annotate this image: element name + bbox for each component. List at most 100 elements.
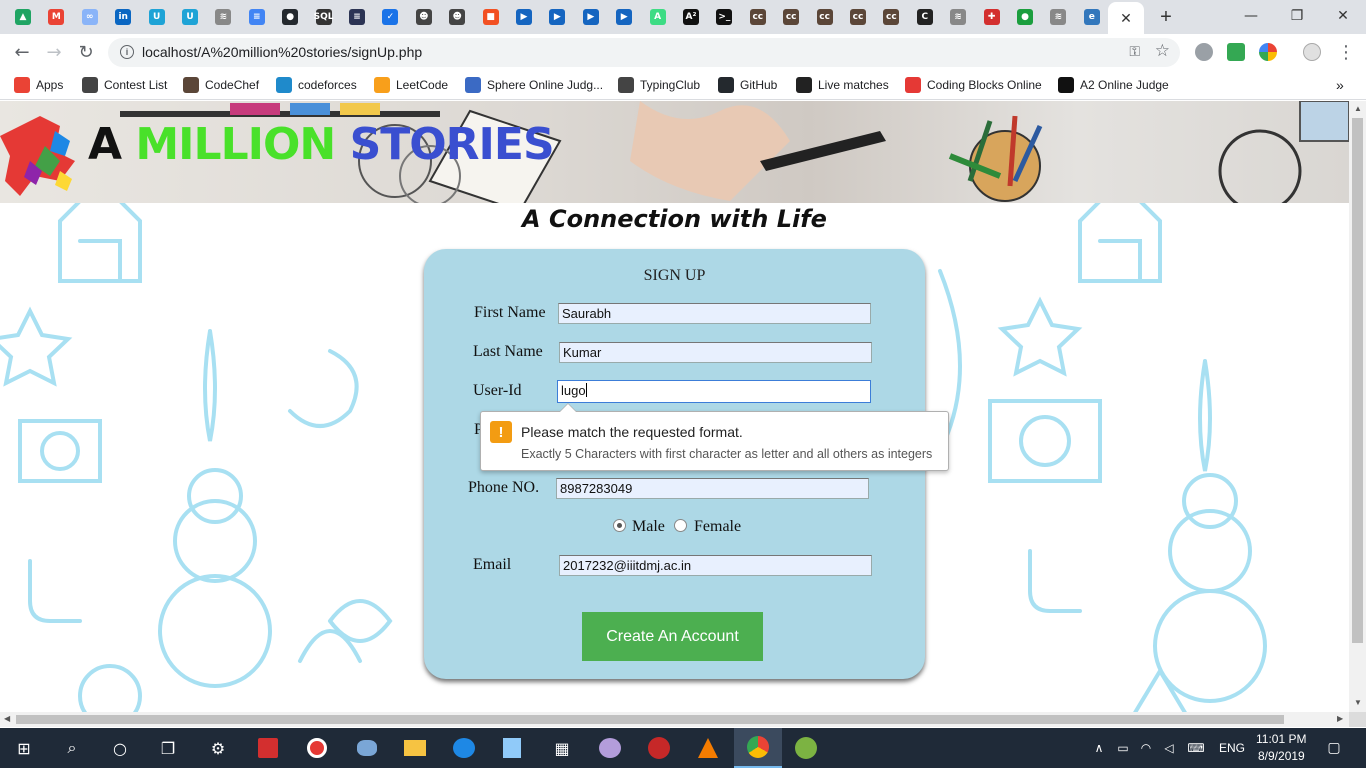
tab-sql-icon[interactable]: SQL	[313, 6, 335, 28]
tab-video-icon[interactable]: ▶	[513, 6, 535, 28]
menu-kebab-icon[interactable]: ⋮	[1334, 40, 1358, 64]
cortana-icon[interactable]: ○	[108, 736, 132, 760]
clock-date[interactable]: 8/9/2019	[1258, 749, 1305, 763]
volume-icon[interactable]: ◁	[1157, 736, 1181, 760]
bookmark-item[interactable]: LeetCode	[374, 76, 448, 94]
tab-stack-icon[interactable]: ≋	[212, 6, 234, 28]
bookmark-item[interactable]: GitHub	[718, 76, 777, 94]
tab-leaf-icon[interactable]: ●	[1014, 6, 1036, 28]
cloud-icon[interactable]	[452, 736, 476, 760]
bookmark-item[interactable]: codeforces	[276, 76, 357, 94]
tab-google-drive-icon[interactable]: ▲	[12, 6, 34, 28]
horizontal-scrollbar[interactable]: ◀ ▶	[0, 712, 1349, 727]
tab-plus-icon[interactable]: ✚	[981, 6, 1003, 28]
vertical-scroll-thumb[interactable]	[1352, 118, 1363, 643]
tray-chevron-icon[interactable]: ∧	[1087, 736, 1111, 760]
new-tab-button[interactable]: +	[1155, 6, 1177, 28]
profile-avatar-icon[interactable]	[1303, 43, 1321, 61]
language-indicator[interactable]: ENG	[1219, 741, 1245, 755]
gender-female-label[interactable]: Female	[694, 518, 741, 536]
scroll-down-icon[interactable]: ▼	[1354, 698, 1362, 707]
site-logo[interactable]: A MILLION STORIES	[88, 119, 555, 170]
scroll-right-icon[interactable]: ▶	[1337, 714, 1343, 723]
notifications-icon[interactable]: ▢	[1322, 736, 1346, 760]
android-studio-icon[interactable]	[794, 736, 818, 760]
paint-icon[interactable]	[355, 736, 379, 760]
recorder-icon[interactable]	[305, 736, 329, 760]
tab-codechef-icon[interactable]: cc	[880, 6, 902, 28]
tab-c-icon[interactable]: C	[914, 6, 936, 28]
maximize-button[interactable]: ❐	[1274, 0, 1320, 32]
pdf-reader-icon[interactable]	[256, 736, 280, 760]
horizontal-scroll-thumb[interactable]	[16, 715, 1284, 724]
bookmark-item[interactable]: TypingClub	[618, 76, 700, 94]
tab-android-icon[interactable]: A	[647, 6, 669, 28]
close-window-button[interactable]: ✕	[1320, 0, 1366, 32]
keyboard-icon[interactable]: ⌨	[1184, 736, 1208, 760]
tab-github-icon[interactable]: ●	[279, 6, 301, 28]
tab-video-icon[interactable]: ▶	[613, 6, 635, 28]
more-bookmarks-icon[interactable]: »	[1336, 76, 1344, 94]
tab-codechef-icon[interactable]: cc	[747, 6, 769, 28]
clock-time[interactable]: 11:01 PM	[1256, 732, 1306, 746]
vlc-icon[interactable]	[696, 736, 720, 760]
tab-edge-icon[interactable]: e	[1081, 6, 1103, 28]
search-icon[interactable]: ⌕	[60, 736, 84, 760]
tab-typingclub-icon[interactable]: ☻	[413, 6, 435, 28]
active-tab[interactable]: ✕	[1108, 2, 1144, 34]
tab-linkedin-icon[interactable]: in	[112, 6, 134, 28]
close-tab-icon[interactable]: ✕	[1120, 10, 1132, 27]
tab-udemy-icon[interactable]: U	[146, 6, 168, 28]
vertical-scrollbar[interactable]: ▲ ▼	[1349, 101, 1366, 712]
battery-icon[interactable]: ▭	[1111, 736, 1135, 760]
notebook-icon[interactable]	[500, 736, 524, 760]
calculator-icon[interactable]: ▦	[550, 736, 574, 760]
bookmark-item[interactable]: A2 Online Judge	[1058, 76, 1169, 94]
tab-docs-icon[interactable]: ≡	[246, 6, 268, 28]
windows-start-icon[interactable]: ⊞	[12, 736, 36, 760]
tab-link-icon[interactable]: ∞	[79, 6, 101, 28]
gender-male-label[interactable]: Male	[632, 518, 665, 536]
scroll-left-icon[interactable]: ◀	[4, 714, 10, 723]
minimize-button[interactable]: —	[1228, 0, 1274, 32]
scroll-up-icon[interactable]: ▲	[1354, 104, 1362, 113]
tab-terminal-icon[interactable]: >_	[713, 6, 735, 28]
email-input[interactable]: 2017232@iiitdmj.ac.in	[559, 555, 872, 576]
create-account-button[interactable]: Create An Account	[582, 612, 763, 661]
url-text[interactable]: localhost/A%20million%20stories/signUp.p…	[142, 44, 422, 60]
extension-cloud-icon[interactable]	[1195, 43, 1213, 61]
wifi-icon[interactable]: ◠	[1134, 736, 1158, 760]
file-explorer-icon[interactable]	[403, 736, 427, 760]
tab-codechef-icon[interactable]: cc	[847, 6, 869, 28]
tab-stack-icon[interactable]: ≋	[1047, 6, 1069, 28]
gender-female-radio[interactable]	[674, 519, 687, 532]
task-view-icon[interactable]: ❐	[156, 736, 180, 760]
back-arrow-icon[interactable]: ←	[10, 40, 34, 64]
tab-codechef-icon[interactable]: cc	[780, 6, 802, 28]
cat-app-icon[interactable]	[598, 736, 622, 760]
phone-input[interactable]: 8987283049	[556, 478, 869, 499]
address-bar[interactable]: i localhost/A%20million%20stories/signUp…	[108, 38, 1180, 67]
key-icon[interactable]: ⚿	[1129, 43, 1140, 60]
first-name-input[interactable]: Saurabh	[558, 303, 871, 324]
bookmark-item[interactable]: CodeChef	[183, 76, 259, 94]
extension-globe-icon[interactable]	[1259, 43, 1277, 61]
tab-gmail-icon[interactable]: M	[45, 6, 67, 28]
tab-codechef-icon[interactable]: cc	[814, 6, 836, 28]
forward-arrow-icon[interactable]: →	[42, 40, 66, 64]
bookmark-item[interactable]: Apps	[14, 76, 63, 94]
bookmark-star-icon[interactable]: ☆	[1155, 41, 1170, 61]
tab-hackerearth-icon[interactable]: ≡	[346, 6, 368, 28]
chrome-taskbar-icon[interactable]	[734, 728, 782, 768]
bookmark-item[interactable]: Live matches	[796, 76, 889, 94]
tab-typingclub-icon[interactable]: ☻	[446, 6, 468, 28]
extension-inbox-icon[interactable]	[1227, 43, 1245, 61]
settings-gear-icon[interactable]: ⚙	[206, 736, 230, 760]
tab-check-icon[interactable]: ✓	[379, 6, 401, 28]
tab-stack-icon[interactable]: ≋	[947, 6, 969, 28]
bookmark-item[interactable]: Coding Blocks Online	[905, 76, 1042, 94]
tab-a2-icon[interactable]: A²	[680, 6, 702, 28]
gender-male-radio[interactable]	[613, 519, 626, 532]
bookmark-item[interactable]: Contest List	[82, 76, 167, 94]
p-app-icon[interactable]	[647, 736, 671, 760]
